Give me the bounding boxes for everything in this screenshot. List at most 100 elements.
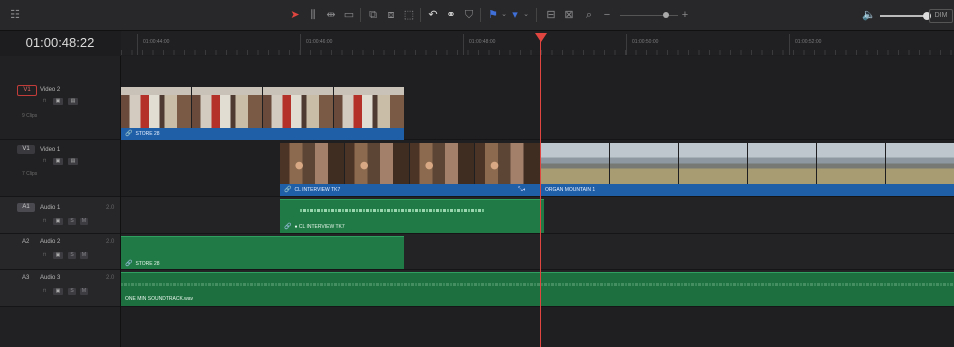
link-icon: 🔗 — [284, 187, 292, 193]
video-clip-store-28[interactable]: 🔗 STORE 28 — [121, 87, 404, 140]
auto-select-icon[interactable]: ▣ — [53, 288, 63, 295]
insert-clip-icon[interactable]: ⧉ — [366, 8, 380, 22]
auto-select-icon[interactable]: ▣ — [53, 252, 63, 259]
track-destination-badge[interactable]: A1 — [17, 203, 35, 212]
replace-clip-icon[interactable]: ⬚ — [402, 8, 416, 22]
lane-divider — [121, 269, 954, 270]
zoom-in-icon[interactable]: + — [678, 8, 692, 22]
thumbnail — [410, 143, 474, 184]
lock-track-icon[interactable]: ⊓ — [42, 98, 47, 105]
track-name[interactable]: Audio 2 — [40, 239, 60, 245]
thumbnail — [345, 143, 409, 184]
disable-video-track-icon[interactable]: ▤ — [68, 158, 78, 165]
channel-format: 2.0 — [106, 205, 115, 211]
thumbnail — [748, 143, 816, 184]
track-destination-badge[interactable]: V1 — [17, 85, 37, 96]
toolbar-divider — [536, 8, 537, 22]
mute-button[interactable]: M — [80, 288, 88, 295]
snapping-icon[interactable]: ↶ — [426, 8, 440, 22]
detail-zoom-icon[interactable]: ⊠ — [562, 8, 576, 22]
clip-name: STORE 28 — [135, 261, 160, 267]
lock-track-icon[interactable]: ⊓ — [42, 288, 47, 295]
lock-track-icon[interactable]: ⊓ — [42, 158, 47, 165]
zoom-slider-handle[interactable] — [663, 12, 669, 18]
lock-track-icon[interactable]: ⊓ — [42, 218, 47, 225]
clip-name: CL INTERVIEW TK7 — [298, 224, 345, 230]
ruler-label: 01:00:50:00 — [632, 39, 659, 45]
volume-slider[interactable] — [880, 15, 928, 17]
auto-select-icon[interactable]: ▣ — [53, 218, 63, 225]
channel-format: 2.0 — [106, 275, 115, 281]
ruler-label: 01:00:52:00 — [795, 39, 822, 45]
video-clip-cl-interview-tk7[interactable]: 🔗 CL INTERVIEW TK7 ⤡◂ — [280, 143, 540, 196]
thumbnail — [886, 143, 954, 184]
clip-count: 9 Clips — [22, 113, 38, 119]
audio-waveform — [300, 209, 484, 212]
dim-button[interactable]: DIM — [929, 9, 953, 23]
clip-name-bar: ORGAN MOUNTAIN 1 — [541, 184, 954, 196]
ruler-label: 01:00:48:00 — [469, 39, 496, 45]
thumbnail — [280, 143, 344, 184]
track-header-audio-3[interactable]: A3 Audio 3 2.0 ⊓ ▣ S M — [0, 270, 120, 307]
track-name[interactable]: Audio 3 — [40, 275, 60, 281]
track-name[interactable]: Video 2 — [40, 87, 60, 93]
link-icon: 🔗 — [125, 261, 133, 267]
zoom-out-icon[interactable]: − — [600, 8, 614, 22]
auto-select-icon[interactable]: ▣ — [53, 98, 63, 105]
audio-clip-soundtrack[interactable]: ONE MIN SOUNDTRACK.wav — [121, 272, 954, 306]
lane-divider — [121, 196, 954, 197]
track-header-audio-2[interactable]: A2 Audio 2 2.0 ⊓ ▣ S M — [0, 234, 120, 270]
thumbnail — [334, 87, 404, 128]
zoom-slider[interactable] — [620, 15, 678, 16]
playhead-line[interactable] — [540, 39, 541, 347]
track-name[interactable]: Audio 1 — [40, 205, 60, 211]
full-extent-zoom-icon[interactable]: ⊟ — [544, 8, 558, 22]
custom-zoom-icon[interactable]: ⌕ — [582, 8, 596, 22]
position-lock-icon[interactable]: ⛉ — [462, 8, 476, 22]
clip-count: 7 Clips — [22, 171, 38, 177]
overwrite-clip-icon[interactable]: ⧈ — [384, 8, 398, 22]
ruler-major-tick — [789, 34, 790, 55]
track-header-audio-1[interactable]: A1 Audio 1 2.0 ⊓ ▣ S M — [0, 197, 120, 234]
track-header-video-1[interactable]: V1 Video 1 ⊓ ▣ ▤ 7 Clips — [0, 140, 120, 197]
track-id[interactable]: A3 — [22, 275, 29, 281]
selection-mode-icon[interactable]: ➤ — [288, 8, 302, 22]
clip-name: ORGAN MOUNTAIN 1 — [545, 187, 596, 193]
audio-clip-store-28[interactable]: 🔗 STORE 28 — [121, 236, 404, 269]
current-timecode: 01:00:48:22 — [25, 35, 95, 50]
toolbar-divider — [420, 8, 421, 22]
video-clip-organ-mountain-1[interactable]: ORGAN MOUNTAIN 1 — [541, 143, 954, 196]
mute-button[interactable]: M — [80, 218, 88, 225]
clip-name-bar: 🔗 CL INTERVIEW TK7 — [280, 184, 540, 196]
trim-edit-mode-icon[interactable]: ⫼ — [306, 8, 320, 22]
audio-waveform — [121, 283, 954, 286]
solo-button[interactable]: S — [68, 252, 76, 259]
channel-format: 2.0 — [106, 239, 115, 245]
dynamic-trim-mode-icon[interactable]: ⇹ — [324, 8, 338, 22]
auto-select-icon[interactable]: ▣ — [53, 158, 63, 165]
solo-button[interactable]: S — [68, 288, 76, 295]
linked-selection-icon[interactable]: ⚭ — [444, 8, 458, 22]
disable-video-track-icon[interactable]: ▤ — [68, 98, 78, 105]
clip-name: ONE MIN SOUNDTRACK.wav — [125, 296, 194, 302]
lane-divider — [121, 306, 954, 307]
clip-name: STORE 28 — [135, 131, 160, 137]
ruler-major-tick — [137, 34, 138, 55]
marker-dropdown-icon[interactable]: ⌄ — [519, 8, 533, 22]
audio-clip-cl-interview-tk7[interactable]: 🔗 ● CL INTERVIEW TK7 — [280, 199, 544, 233]
timeline-view-options-icon[interactable]: ☷ — [8, 8, 22, 22]
track-header-video-2[interactable]: V1 Video 2 ⊓ ▣ ▤ 9 Clips — [0, 81, 120, 140]
track-name[interactable]: Video 1 — [40, 147, 60, 153]
link-icon: 🔗 — [284, 224, 292, 230]
timeline-toolbar: ☷ ➤ ⫼ ⇹ ▭ ⧉ ⧈ ⬚ ↶ ⚭ ⛉ ⚑ ⌄ ▾ ⌄ ⊟ ⊠ ⌕ − + … — [0, 0, 954, 31]
track-id[interactable]: A2 — [22, 239, 29, 245]
mute-button[interactable]: M — [80, 252, 88, 259]
playhead-handle[interactable] — [535, 33, 547, 42]
solo-button[interactable]: S — [68, 218, 76, 225]
lock-track-icon[interactable]: ⊓ — [42, 252, 47, 259]
clip-label: 🔗 ● CL INTERVIEW TK7 — [284, 224, 345, 230]
volume-icon[interactable]: 🔈 — [862, 8, 876, 22]
track-destination-badge[interactable]: V1 — [17, 145, 35, 154]
blade-edit-mode-icon[interactable]: ▭ — [342, 8, 356, 22]
edit-point-icon[interactable]: ⤡◂ — [518, 187, 525, 194]
